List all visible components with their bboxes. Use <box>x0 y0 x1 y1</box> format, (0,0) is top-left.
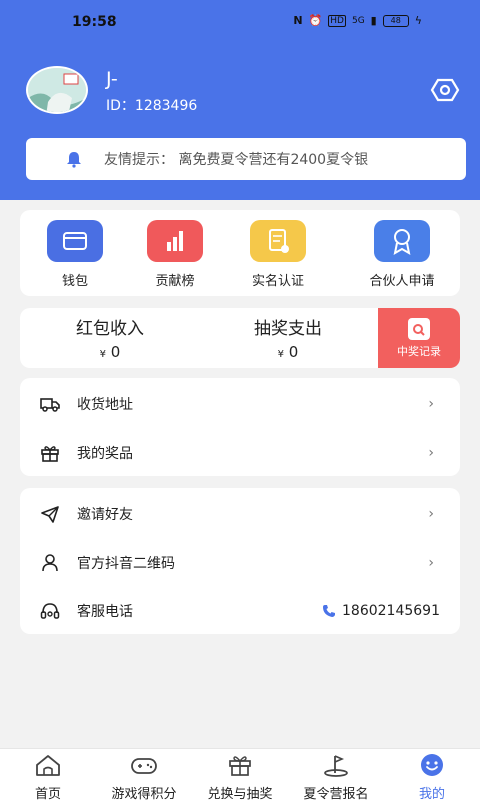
wallet-icon <box>47 220 103 262</box>
invite-friends-row[interactable]: 邀请好友 › <box>20 489 460 538</box>
battery-icon: 48 <box>382 14 409 27</box>
bell-icon <box>67 152 81 168</box>
signal-icon: ▮ <box>370 14 377 27</box>
gift-icon <box>229 756 251 776</box>
phone-icon <box>323 604 336 617</box>
status-bar: 19:58 N ⏰ HD 5G ▮ 48 ϟ <box>0 0 480 44</box>
lottery-expense[interactable]: 抽奖支出 ¥ 0 <box>203 314 373 361</box>
tab-home[interactable]: 首页 <box>0 753 96 800</box>
notice-banner: 友情提示： 离免费夏令营还有2400夏令银 <box>26 138 466 180</box>
notice-text: 友情提示： 离免费夏令营还有2400夏令银 <box>104 152 369 168</box>
douyin-qr-row[interactable]: 官方抖音二维码 › <box>20 538 460 587</box>
partner-label: 合伙人申请 <box>369 274 435 289</box>
username: J- <box>106 68 118 90</box>
tab-mine[interactable]: 我的 <box>384 753 480 800</box>
avatar[interactable] <box>26 66 88 114</box>
tab-exchange-label: 兑换与抽奖 <box>207 787 273 800</box>
red-packet-value: 0 <box>110 343 121 361</box>
phone-number[interactable]: 18602145691 <box>322 603 440 619</box>
leaderboard-button[interactable]: 贡献榜 <box>135 220 215 289</box>
gift-icon <box>41 445 59 462</box>
tab-camp-label: 夏令营报名 <box>303 787 369 800</box>
my-prizes-row[interactable]: 我的奖品 › <box>20 428 460 477</box>
red-packet-title: 红包收入 <box>76 319 144 339</box>
invite-friends-label: 邀请好友 <box>77 506 133 523</box>
red-packet-income[interactable]: 红包收入 ¥ 0 <box>25 314 195 361</box>
my-prizes-label: 我的奖品 <box>77 445 133 462</box>
douyin-qr-label: 官方抖音二维码 <box>77 555 175 572</box>
status-time: 19:58 <box>72 14 117 30</box>
tab-exchange[interactable]: 兑换与抽奖 <box>192 753 288 800</box>
gamepad-icon <box>131 758 157 774</box>
shipping-address-row[interactable]: 收货地址 › <box>20 379 460 428</box>
customer-service-row[interactable]: 客服电话 18602145691 <box>20 586 460 635</box>
home-icon <box>36 755 60 776</box>
prize-record-button[interactable]: 中奖记录 <box>378 308 460 368</box>
chevron-right-icon: › <box>428 554 434 571</box>
settings-icon[interactable] <box>430 78 460 102</box>
tab-camp[interactable]: 夏令营报名 <box>288 753 384 800</box>
tab-mine-label: 我的 <box>418 787 445 800</box>
lottery-value: 0 <box>288 343 299 361</box>
menu-group-1: 收货地址 › 我的奖品 › <box>20 378 460 476</box>
prize-record-icon <box>408 318 430 340</box>
hd-icon: HD <box>328 14 346 27</box>
tab-games[interactable]: 游戏得积分 <box>96 753 192 800</box>
nfc-icon: N <box>293 14 303 27</box>
alarm-icon: ⏰ <box>308 14 323 27</box>
charging-icon: ϟ <box>414 14 422 27</box>
badge-icon <box>374 220 430 262</box>
currency-symbol: ¥ <box>277 349 285 360</box>
verification-button[interactable]: 实名认证 <box>238 220 318 289</box>
currency-symbol: ¥ <box>99 349 107 360</box>
user-id: ID：1283496 <box>106 98 198 114</box>
quick-actions: 钱包 贡献榜 实名认证 合伙人申请 <box>20 210 460 296</box>
camp-icon <box>324 755 348 777</box>
smile-icon <box>421 754 443 776</box>
chevron-right-icon: › <box>428 395 434 412</box>
wallet-button[interactable]: 钱包 <box>35 220 115 289</box>
bar-chart-icon <box>147 220 203 262</box>
wallet-label: 钱包 <box>61 274 88 289</box>
menu-group-2: 邀请好友 › 官方抖音二维码 › 客服电话 18602145691 <box>20 488 460 634</box>
send-icon <box>41 505 59 523</box>
chevron-right-icon: › <box>428 505 434 522</box>
tab-home-label: 首页 <box>34 787 61 800</box>
certificate-icon <box>250 220 306 262</box>
status-icons: N ⏰ HD 5G ▮ 48 ϟ <box>293 14 422 27</box>
truck-icon <box>40 397 60 412</box>
tab-games-label: 游戏得积分 <box>111 787 177 800</box>
phone-number-value: 18602145691 <box>342 602 440 619</box>
headset-icon <box>40 602 60 619</box>
prize-record-label: 中奖记录 <box>397 345 441 358</box>
shipping-address-label: 收货地址 <box>77 396 133 413</box>
bottom-tab-bar: 首页 游戏得积分 兑换与抽奖 夏令营报名 我的 <box>0 748 480 800</box>
chevron-right-icon: › <box>428 444 434 461</box>
customer-service-label: 客服电话 <box>77 603 133 620</box>
network-label: 5G <box>351 15 365 26</box>
person-icon <box>42 553 58 571</box>
verification-label: 实名认证 <box>251 274 304 289</box>
partner-button[interactable]: 合伙人申请 <box>354 220 450 289</box>
leaderboard-label: 贡献榜 <box>155 274 195 289</box>
lottery-title: 抽奖支出 <box>254 319 322 339</box>
